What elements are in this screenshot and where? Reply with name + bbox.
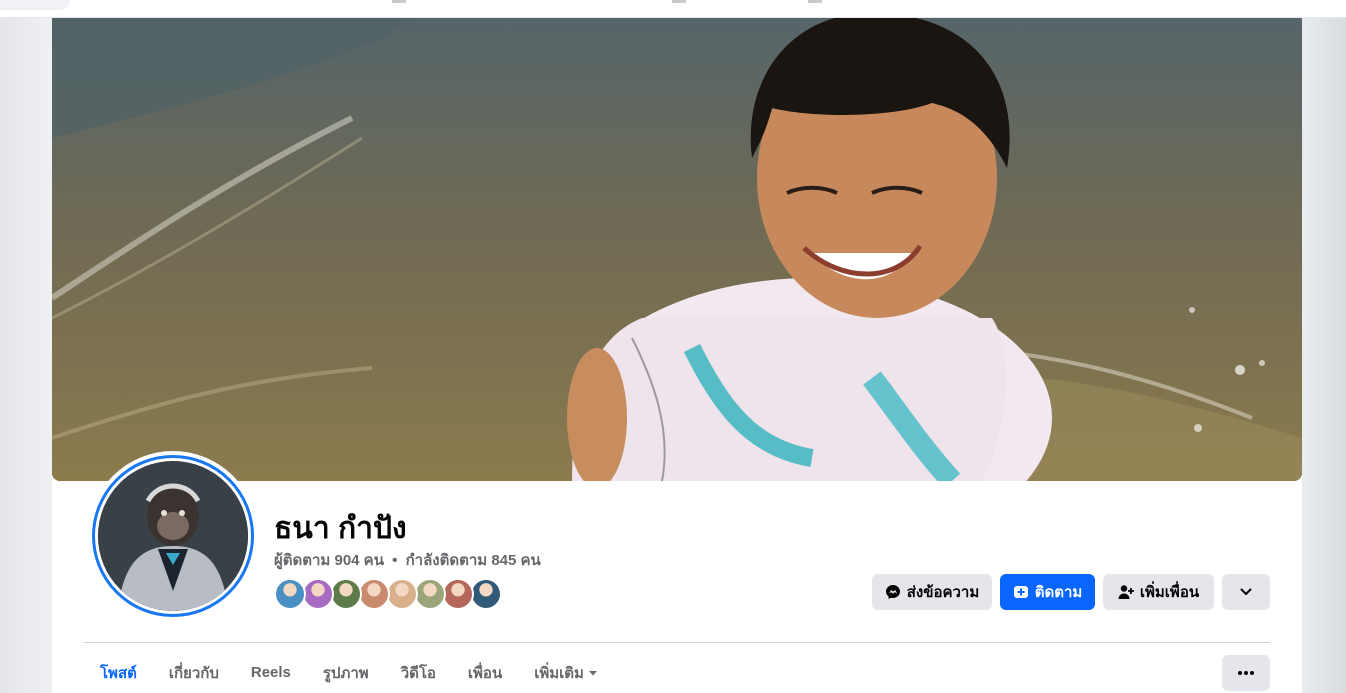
tab-friends[interactable]: เพื่อน (452, 652, 518, 693)
tab-label: โพสต์ (100, 664, 137, 682)
ellipsis-icon (1238, 671, 1254, 675)
friend-avatar[interactable] (274, 578, 306, 610)
avatar-illustration (98, 461, 248, 611)
story-ring (92, 455, 254, 617)
search-bar-edge[interactable] (0, 0, 70, 10)
tab-posts[interactable]: โพสต์ (84, 652, 153, 693)
followers-count[interactable]: ผู้ติดตาม 904 คน (274, 552, 384, 569)
profile-name: ธนา กำปัง (274, 512, 407, 545)
tab-reels[interactable]: Reels (235, 652, 307, 693)
tab-label: วิดีโอ (400, 664, 436, 682)
tab-more[interactable]: เพิ่มเติม (518, 652, 614, 693)
tab-label: Reels (250, 664, 291, 681)
more-options-button[interactable] (1222, 655, 1270, 691)
friend-avatar[interactable] (414, 578, 446, 610)
profile-picture[interactable] (88, 451, 258, 621)
profile-options-dropdown[interactable] (1222, 574, 1270, 610)
add-friend-button[interactable]: เพิ่มเพื่อน (1103, 574, 1214, 610)
avatar (98, 461, 248, 611)
add-friend-icon (1118, 585, 1134, 599)
tab-label: รูปภาพ (322, 664, 369, 682)
send-message-label: ส่งข้อความ (906, 584, 980, 601)
nav-tab-indicator (392, 0, 406, 3)
chevron-down-icon (1240, 588, 1252, 595)
friend-avatar[interactable] (358, 578, 390, 610)
add-friend-label: เพิ่มเพื่อน (1139, 584, 1200, 601)
friend-avatar[interactable] (442, 578, 474, 610)
follow-stats: ผู้ติดตาม 904 คน • กำลังติดตาม 845 คน (274, 548, 541, 572)
friend-avatar[interactable] (470, 578, 502, 610)
send-message-button[interactable]: ส่งข้อความ (872, 574, 992, 610)
friend-avatar[interactable] (386, 578, 418, 610)
section-divider (84, 642, 1270, 643)
messenger-icon (885, 585, 900, 599)
tab-label: เกี่ยวกับ (168, 664, 219, 682)
tab-about[interactable]: เกี่ยวกับ (153, 652, 235, 693)
separator-dot: • (392, 552, 398, 569)
tab-label: เพื่อน (467, 664, 503, 682)
cover-photo-illustration (52, 18, 1302, 481)
nav-tab-indicator (808, 0, 822, 3)
friend-avatar[interactable] (302, 578, 334, 610)
profile-tabs: โพสต์ เกี่ยวกับ Reels รูปภาพ วิดีโอ เพื่… (84, 652, 614, 693)
cover-photo[interactable] (52, 18, 1302, 481)
friend-avatar[interactable] (330, 578, 362, 610)
following-count[interactable]: กำลังติดตาม 845 คน (406, 552, 541, 569)
tab-photos[interactable]: รูปภาพ (307, 652, 385, 693)
top-navigation-bar (0, 0, 1346, 18)
caret-down-icon (588, 670, 597, 675)
tab-label: เพิ่มเติม (534, 664, 584, 682)
follow-icon (1013, 586, 1028, 598)
follow-label: ติดตาม (1034, 584, 1083, 601)
nav-tab-indicator (672, 0, 686, 3)
tab-videos[interactable]: วิดีโอ (385, 652, 452, 693)
follow-button[interactable]: ติดตาม (1000, 574, 1095, 610)
